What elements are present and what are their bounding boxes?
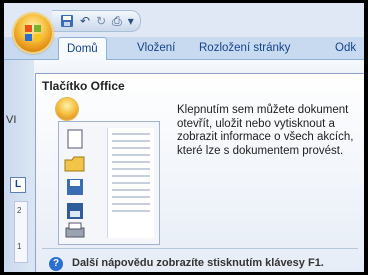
office-menu-preview	[58, 121, 160, 245]
ruler-number: 1	[17, 242, 22, 251]
customize-qat-icon[interactable]: ▾	[128, 14, 134, 28]
new-document-icon	[67, 129, 83, 149]
quick-access-toolbar: ↶ ↻ ⎙ ▾	[52, 10, 141, 32]
tooltip-title: Tlačítko Office	[42, 79, 125, 93]
ribbon-tabs: Domů Vložení Rozložení stránky Odk	[4, 37, 364, 60]
help-icon: ?	[49, 257, 63, 271]
vertical-ruler: 2 1	[14, 201, 28, 263]
print-icon[interactable]: ⎙	[112, 14, 122, 28]
save-disk-icon	[67, 179, 83, 195]
word-window: Domů Vložení Rozložení stránky Odk ↶ ↻ ⎙…	[4, 3, 364, 272]
office-button[interactable]	[14, 14, 52, 52]
print-preview-icon	[65, 222, 85, 238]
tab-insert[interactable]: Vložení	[129, 37, 183, 59]
save-icon[interactable]	[60, 14, 74, 28]
recent-documents-list	[107, 128, 154, 238]
ruler-number: 2	[17, 206, 22, 215]
redo-icon[interactable]: ↻	[96, 14, 106, 28]
tab-page-layout[interactable]: Rozložení stránky	[191, 37, 298, 59]
undo-icon[interactable]: ↶	[80, 14, 90, 28]
tooltip-office-orb-icon	[56, 98, 78, 120]
save-as-icon	[67, 203, 83, 219]
open-folder-icon	[64, 156, 85, 172]
office-button-tooltip: Tlačítko Office Klepnutím sem můžete dok…	[35, 73, 364, 272]
tooltip-help-text: Další nápovědu zobrazíte stisknutím kláv…	[72, 257, 324, 269]
tooltip-description: Klepnutím sem můžete dokument otevřít, u…	[177, 104, 354, 157]
tab-home[interactable]: Domů	[58, 37, 107, 60]
ruler-tab-selector[interactable]: L	[10, 177, 26, 193]
ribbon-clipped-label: VI	[6, 114, 17, 126]
tooltip-divider	[42, 248, 358, 249]
office-logo-icon	[25, 25, 41, 41]
tab-references[interactable]: Odk	[327, 37, 364, 59]
